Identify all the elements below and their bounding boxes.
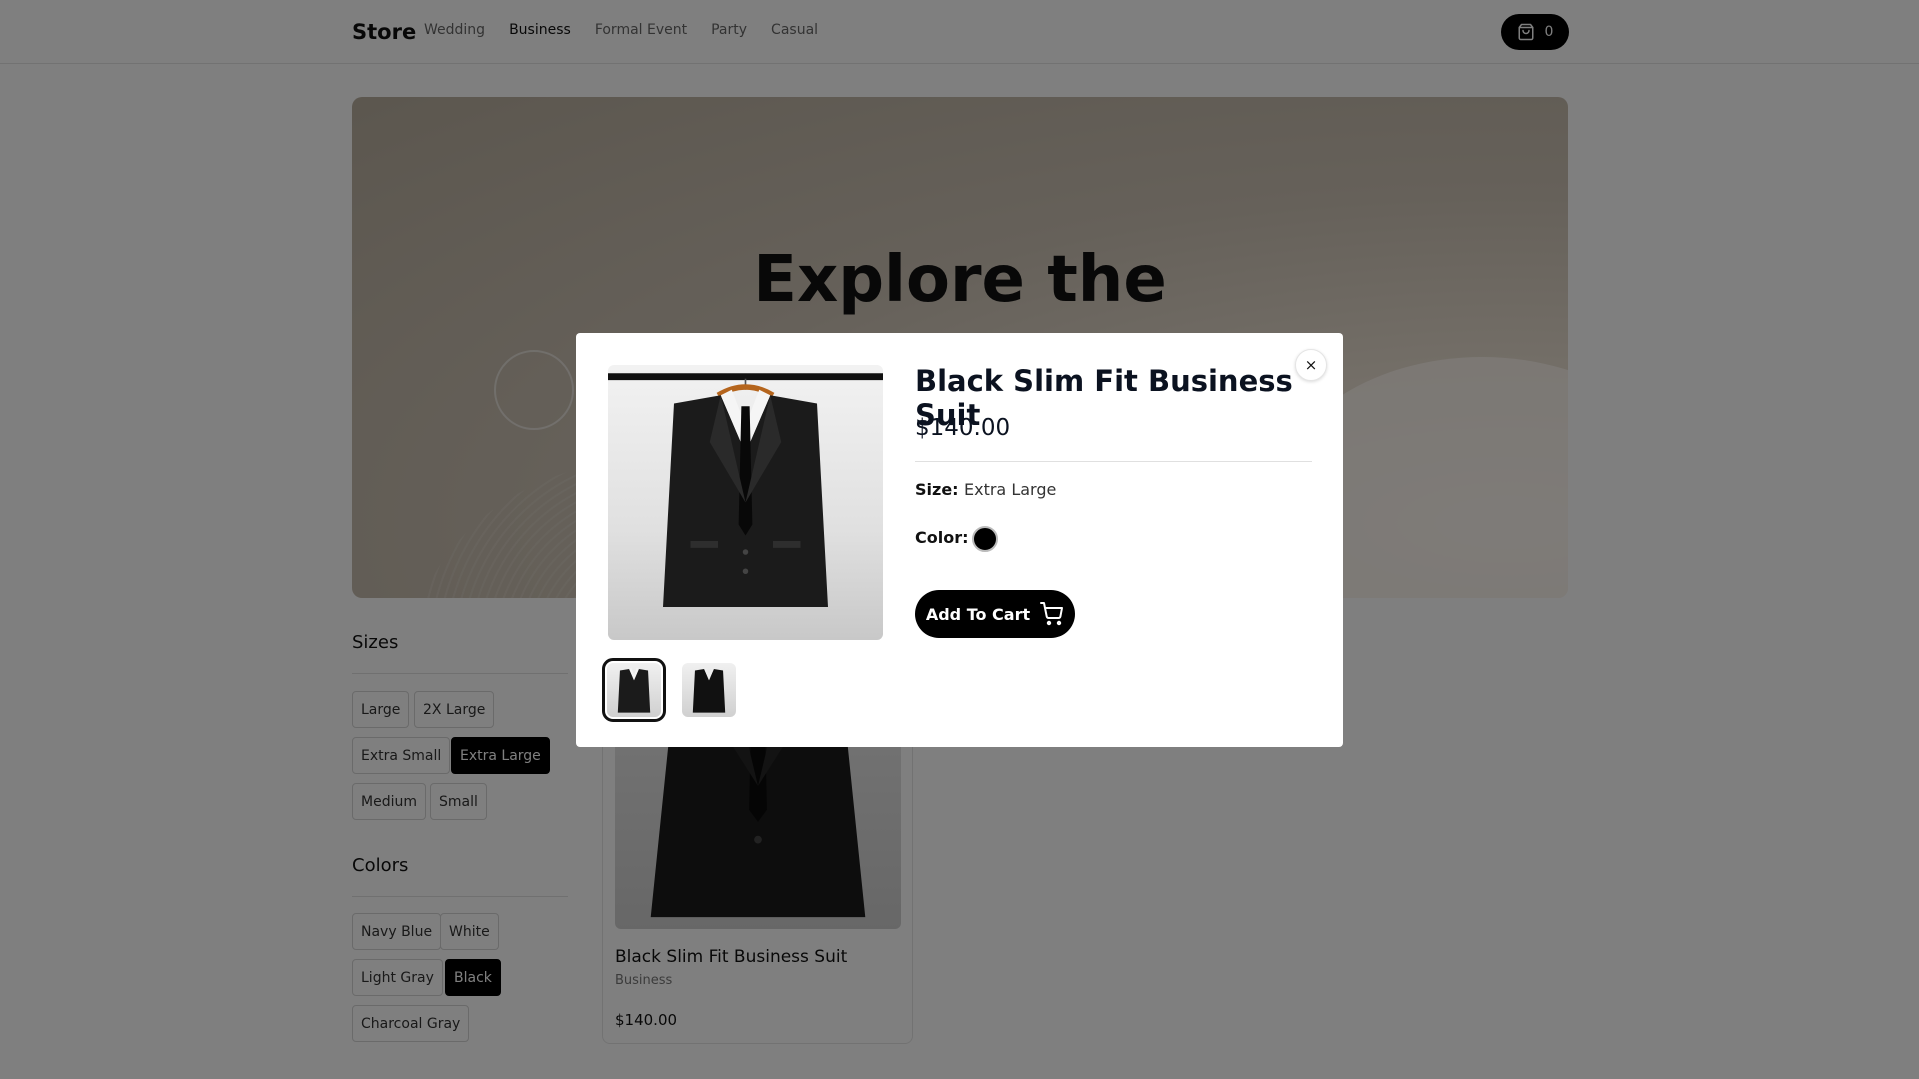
thumbnail-1[interactable] bbox=[602, 658, 666, 722]
add-to-cart-label: Add To Cart bbox=[925, 604, 1031, 624]
size-value: Extra Large bbox=[964, 480, 1057, 499]
product-preview-modal: Black Slim Fit Business Suit $140.00 Siz… bbox=[576, 333, 1343, 747]
color-swatch bbox=[972, 526, 998, 552]
close-icon[interactable]: × bbox=[1295, 349, 1327, 381]
suit-thumbnail-icon bbox=[617, 667, 651, 713]
add-to-cart-button[interactable]: Add To Cart bbox=[915, 590, 1075, 638]
size-label: Size: bbox=[915, 480, 959, 499]
thumbnail-2[interactable] bbox=[682, 663, 736, 717]
modal-main-image bbox=[608, 365, 883, 640]
shopping-cart-icon bbox=[1040, 602, 1064, 626]
modal-product-price: $140.00 bbox=[915, 415, 1011, 441]
modal-divider bbox=[915, 461, 1312, 462]
suit-jacket-image bbox=[608, 373, 883, 607]
suit-thumbnail-icon bbox=[692, 667, 726, 713]
color-label: Color: bbox=[915, 528, 969, 547]
